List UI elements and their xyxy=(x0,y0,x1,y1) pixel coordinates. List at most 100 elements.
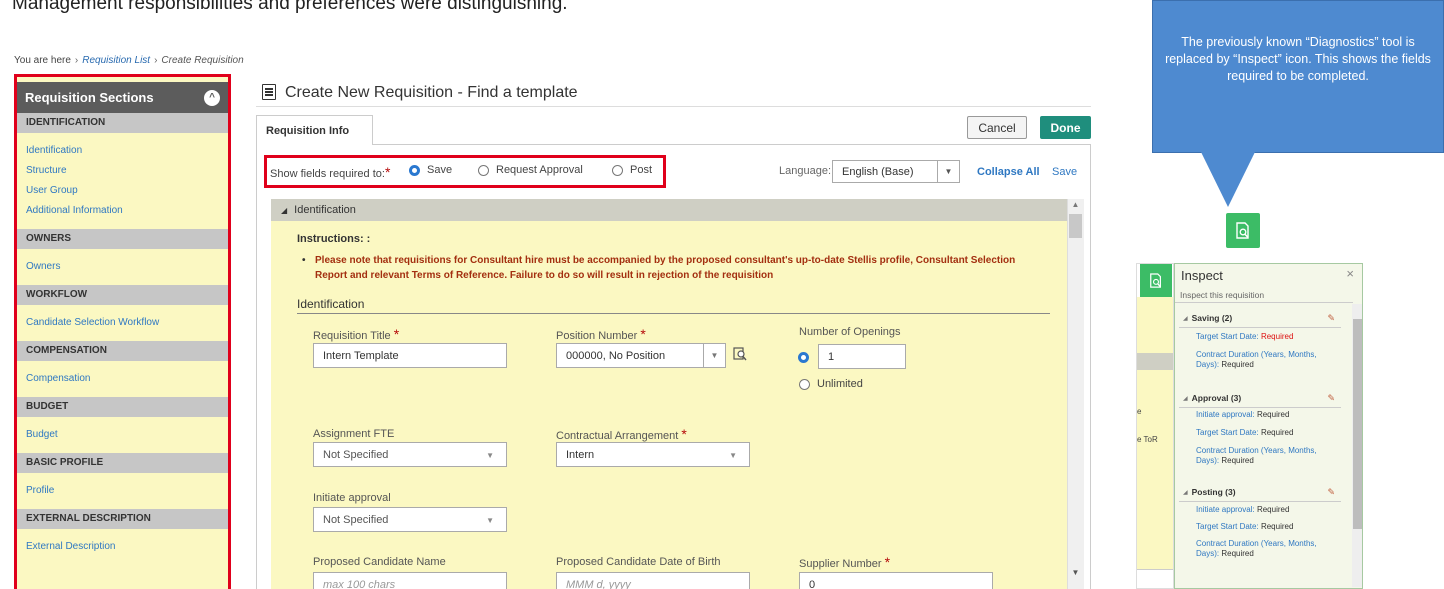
candidate-name-input[interactable]: max 100 chars xyxy=(313,572,507,589)
inspect-required-item[interactable]: Contract Duration (Years, Months, Days):… xyxy=(1196,539,1336,559)
breadcrumb-separator: › xyxy=(154,55,158,66)
inspect-item-status: Required xyxy=(1260,428,1294,437)
initiate-approval-label: Initiate approval xyxy=(313,492,391,504)
save-link[interactable]: Save xyxy=(1052,166,1077,178)
candidate-dob-placeholder: MMM d, yyyy xyxy=(566,578,631,589)
sidebar-item-budget[interactable]: Budget xyxy=(17,425,228,445)
edit-icon[interactable]: ✎ xyxy=(1327,487,1335,498)
inspect-subtitle: Inspect this requisition xyxy=(1180,290,1265,300)
inspect-panel: Inspect × Inspect this requisition ◢ Sav… xyxy=(1174,263,1363,589)
inspect-title: Inspect xyxy=(1181,268,1223,283)
instruction-bullet: Please note that requisitions for Consul… xyxy=(302,253,1035,283)
dropdown-arrow-icon: ▼ xyxy=(486,451,494,460)
assignment-fte-select[interactable]: Not Specified ▼ xyxy=(313,442,507,467)
language-label: Language: xyxy=(779,165,831,177)
identification-divider xyxy=(297,313,1050,314)
scroll-down-arrow-icon[interactable]: ▼ xyxy=(1069,568,1082,580)
contractual-arrangement-value: Intern xyxy=(566,448,595,461)
requisition-title-label-text: Requisition Title xyxy=(313,330,391,342)
required-star: * xyxy=(393,326,400,342)
requisition-title-input[interactable]: Intern Template xyxy=(313,343,507,368)
contractual-arrangement-label: Contractual Arrangement * xyxy=(556,426,687,442)
inspect-scrollbar-thumb[interactable] xyxy=(1353,319,1362,529)
background-section-bar xyxy=(1137,353,1173,370)
inspect-group-header[interactable]: ◢ Approval (3) ✎ xyxy=(1179,390,1341,406)
top-caption: Management responsibilities and preferen… xyxy=(12,0,568,14)
openings-count-radio[interactable] xyxy=(798,350,809,368)
radio-post[interactable]: Post xyxy=(612,164,652,176)
inspect-button[interactable] xyxy=(1226,213,1260,248)
tab-requisition-info[interactable]: Requisition Info xyxy=(256,115,373,145)
initiate-approval-select[interactable]: Not Specified ▼ xyxy=(313,507,507,532)
inspect-required-item[interactable]: Target Start Date: Required xyxy=(1196,428,1336,438)
collapse-all-link[interactable]: Collapse All xyxy=(977,166,1040,178)
inspect-group-label: Saving (2) xyxy=(1191,313,1233,323)
dropdown-arrow-icon: ▼ xyxy=(703,344,725,367)
breadcrumb-current: Create Requisition xyxy=(161,55,244,66)
inspect-group-divider xyxy=(1179,327,1341,328)
identification-heading: Identification xyxy=(297,297,365,311)
inspect-required-item[interactable]: Contract Duration (Years, Months, Days):… xyxy=(1196,446,1336,466)
radio-unselected-icon xyxy=(612,164,623,176)
collapse-chevron-icon[interactable]: ^ xyxy=(204,89,220,106)
sidebar-item-external-description[interactable]: External Description xyxy=(17,537,228,557)
sidebar-item-structure[interactable]: Structure xyxy=(17,161,228,181)
sidebar-item-identification[interactable]: Identification xyxy=(17,141,228,161)
inspect-item-status: Required xyxy=(1221,456,1254,465)
sidebar-item-candidate-selection-workflow[interactable]: Candidate Selection Workflow xyxy=(17,313,228,333)
position-search-icon[interactable] xyxy=(733,347,747,361)
sidebar-item-compensation[interactable]: Compensation xyxy=(17,369,228,389)
inspect-required-item[interactable]: Target Start Date: Required xyxy=(1196,332,1336,342)
breadcrumb-link-requisition-list[interactable]: Requisition List xyxy=(82,55,150,66)
inspect-item-field: Contract Duration (Years, Months, Days): xyxy=(1196,446,1317,465)
scrollbar-thumb[interactable] xyxy=(1069,214,1082,238)
edit-icon[interactable]: ✎ xyxy=(1327,393,1335,404)
done-button[interactable]: Done xyxy=(1040,116,1091,139)
inspect-item-status: Required xyxy=(1221,549,1254,558)
section-header-identification[interactable]: ◢ Identification xyxy=(271,199,1067,221)
sidebar-item-user-group[interactable]: User Group xyxy=(17,181,228,201)
language-value: English (Base) xyxy=(842,165,914,178)
radio-unlimited[interactable]: Unlimited xyxy=(799,378,863,390)
scroll-up-arrow-icon[interactable]: ▲ xyxy=(1069,200,1082,212)
cancel-button[interactable]: Cancel xyxy=(967,116,1027,139)
inspect-item-field: Initiate approval: xyxy=(1196,410,1255,419)
openings-input[interactable]: 1 xyxy=(818,344,906,369)
position-number-label: Position Number * xyxy=(556,326,646,342)
inspect-required-item[interactable]: Target Start Date: Required xyxy=(1196,522,1336,532)
sidebar-header: Requisition Sections ^ xyxy=(17,82,228,113)
candidate-dob-input[interactable]: MMM d, yyyy xyxy=(556,572,750,589)
inspect-button-small[interactable] xyxy=(1140,264,1172,297)
sidebar-item-profile[interactable]: Profile xyxy=(17,481,228,501)
inspect-required-item[interactable]: Initiate approval: Required xyxy=(1196,410,1336,420)
inspect-required-item[interactable]: Initiate approval: Required xyxy=(1196,505,1336,515)
radio-request-approval[interactable]: Request Approval xyxy=(478,164,583,176)
collapse-triangle-icon: ◢ xyxy=(1183,395,1188,402)
language-select[interactable]: English (Base) ▼ xyxy=(832,160,960,183)
requisition-document-icon xyxy=(262,84,276,100)
candidate-dob-label: Proposed Candidate Date of Birth xyxy=(556,556,721,568)
sidebar-group-header: WORKFLOW xyxy=(17,285,228,305)
inspect-group-header[interactable]: ◢ Posting (3) ✎ xyxy=(1179,484,1341,500)
supplier-number-input[interactable]: 0 xyxy=(799,572,993,589)
contractual-arrangement-select[interactable]: Intern ▼ xyxy=(556,442,750,467)
inspect-item-field: Target Start Date: xyxy=(1196,428,1259,437)
sidebar-item-additional-information[interactable]: Additional Information xyxy=(17,201,228,221)
inspect-group-header[interactable]: ◢ Saving (2) ✎ xyxy=(1179,310,1341,326)
position-number-select[interactable]: 000000, No Position ▼ xyxy=(556,343,726,368)
inspect-item-status: Required xyxy=(1256,410,1290,419)
close-icon[interactable]: × xyxy=(1346,266,1354,281)
sidebar-item-owners[interactable]: Owners xyxy=(17,257,228,277)
edit-icon[interactable]: ✎ xyxy=(1327,313,1335,324)
sidebar-group-header: BASIC PROFILE xyxy=(17,453,228,473)
radio-save[interactable]: Save xyxy=(409,164,452,176)
radio-post-label: Post xyxy=(630,164,653,176)
form-scrollbar[interactable] xyxy=(1067,199,1084,589)
inspect-required-item[interactable]: Contract Duration (Years, Months, Days):… xyxy=(1196,350,1336,370)
sidebar-group-header: OWNERS xyxy=(17,229,228,249)
